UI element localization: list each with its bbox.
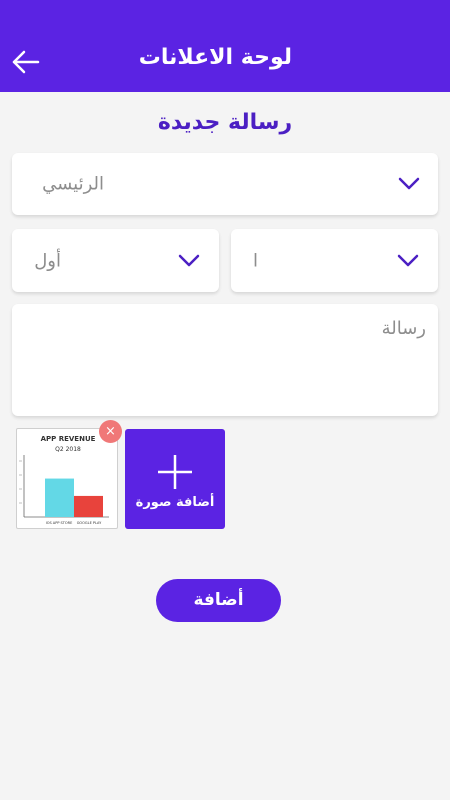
remove-image-button[interactable]: ×	[99, 420, 122, 443]
app-revenue-image: APP REVENUE Q2 2018 IOS APP STORE GOOGLE…	[19, 435, 109, 525]
image-subtitle: Q2 2018	[55, 446, 81, 453]
plus-icon	[158, 455, 192, 489]
second-select-value: ا	[252, 250, 258, 271]
main-category-value: الرئيسي	[42, 173, 104, 195]
chevron-down-icon	[178, 254, 200, 266]
app-title: لوحة الاعلانات	[138, 45, 292, 70]
image-title: APP REVENUE	[41, 435, 96, 443]
submit-button[interactable]: أضافة	[156, 579, 281, 622]
arrow-left-icon[interactable]	[8, 44, 44, 80]
second-select[interactable]: ا	[231, 229, 438, 292]
image-bar-label: GOOGLE PLAY	[77, 521, 102, 525]
close-icon: ×	[105, 424, 116, 439]
image-bar-ios	[45, 478, 74, 517]
image-bar-google	[74, 495, 103, 517]
add-image-label: أضافة صورة	[135, 495, 215, 510]
page-title: رسالة جديدة	[157, 110, 293, 135]
message-field[interactable]	[12, 304, 438, 416]
add-image-button[interactable]: أضافة صورة	[125, 429, 225, 529]
attached-image-thumbnail[interactable]: APP REVENUE Q2 2018 IOS APP STORE GOOGLE…	[16, 428, 118, 529]
main-category-select[interactable]: الرئيسي	[12, 153, 438, 215]
message-input[interactable]	[12, 304, 438, 416]
app-bar: لوحة الاعلانات	[0, 0, 450, 92]
first-select-value: أول	[34, 250, 61, 271]
image-bar-label: IOS APP STORE	[46, 521, 73, 525]
chevron-down-icon	[398, 177, 420, 190]
first-select[interactable]: أول	[12, 229, 219, 292]
chevron-down-icon	[397, 254, 419, 266]
